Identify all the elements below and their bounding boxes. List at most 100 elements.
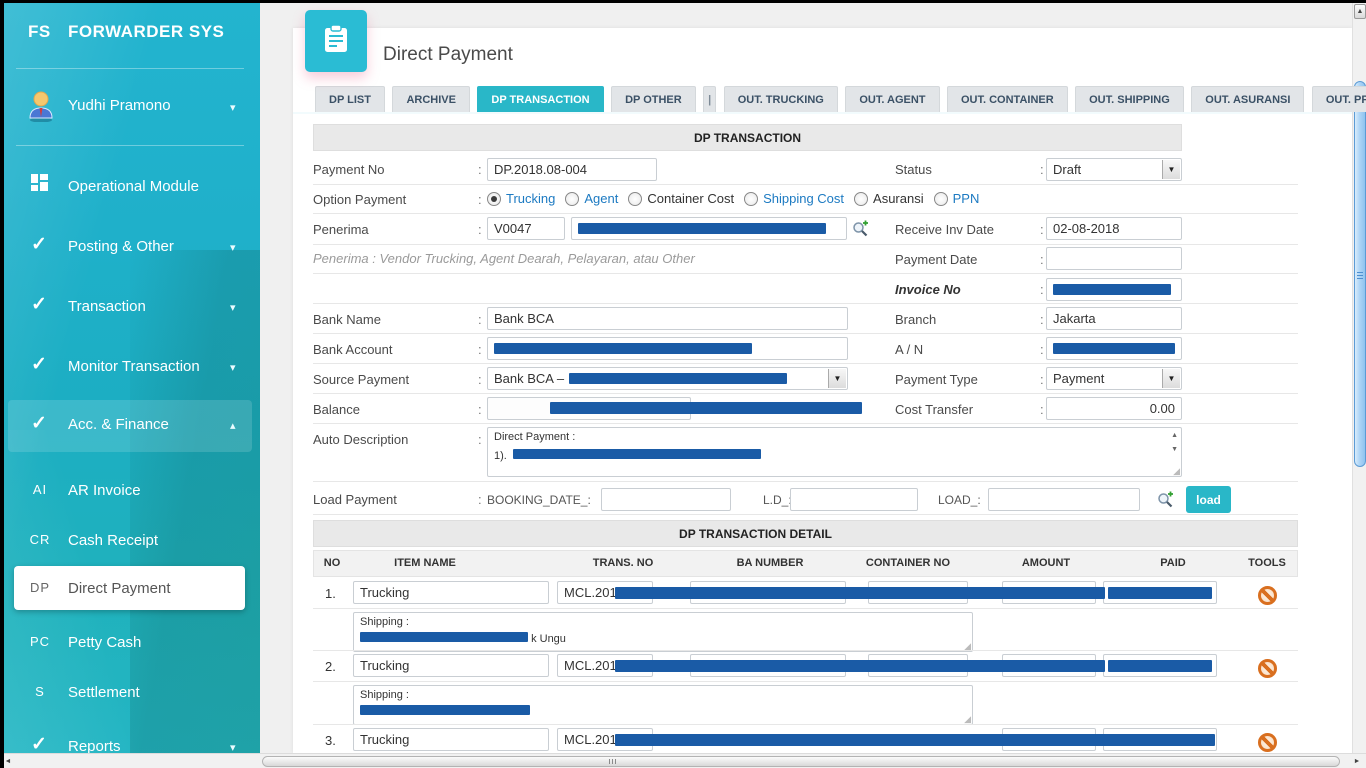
app-window: FS FORWARDER SYS Yudhi Pramono ▾ bbox=[0, 0, 1366, 768]
tab-out-asuransi[interactable]: OUT. ASURANSI bbox=[1191, 86, 1304, 112]
penerima-name-input[interactable] bbox=[571, 217, 847, 240]
an-input[interactable] bbox=[1046, 337, 1182, 360]
col-no: NO bbox=[324, 557, 341, 569]
ld-input[interactable] bbox=[790, 488, 918, 511]
chevron-down-icon: ▾ bbox=[230, 301, 236, 314]
sidebar-item-ar-invoice[interactable]: AI AR Invoice bbox=[0, 472, 260, 512]
vertical-scrollbar-thumb[interactable] bbox=[1354, 81, 1366, 467]
sidebar-item-acc-finance[interactable]: ✓ Acc. & Finance ▴ bbox=[8, 400, 252, 452]
colon: : bbox=[1040, 342, 1044, 357]
tab-out-container[interactable]: OUT. CONTAINER bbox=[947, 86, 1068, 112]
auto-description-textarea[interactable]: Direct Payment : 1). ▲ ▼ ◢ bbox=[487, 427, 1182, 477]
tab-archive[interactable]: ARCHIVE bbox=[392, 86, 470, 112]
status-select[interactable]: Draft ▼ bbox=[1046, 158, 1182, 181]
invoice-no-input[interactable] bbox=[1046, 278, 1182, 301]
redacted-value bbox=[513, 449, 761, 459]
col-tools: TOOLS bbox=[1248, 557, 1286, 569]
load-button[interactable]: load bbox=[1186, 486, 1231, 513]
sidebar-item-monitor-transaction[interactable]: ✓ Monitor Transaction ▾ bbox=[0, 348, 260, 388]
penerima-hint: Penerima : Vendor Trucking, Agent Dearah… bbox=[313, 251, 695, 266]
redacted-value bbox=[1053, 343, 1175, 354]
item-name-input[interactable]: Trucking bbox=[353, 581, 549, 604]
radio-shipping-cost[interactable]: Shipping Cost bbox=[744, 191, 844, 206]
search-add-icon[interactable] bbox=[1157, 491, 1175, 509]
sidebar-item-settlement[interactable]: S Settlement bbox=[0, 674, 260, 714]
sidebar-item-transaction[interactable]: ✓ Transaction ▾ bbox=[0, 288, 260, 328]
radio-agent[interactable]: Agent bbox=[565, 191, 618, 206]
resize-grip-icon[interactable]: ◢ bbox=[964, 715, 971, 724]
cost-transfer-input[interactable]: 0.00 bbox=[1046, 397, 1182, 420]
tab-out-ppn[interactable]: OUT. PPN bbox=[1312, 86, 1366, 112]
tab-out-agent[interactable]: OUT. AGENT bbox=[845, 86, 939, 112]
tab-out-trucking[interactable]: OUT. TRUCKING bbox=[724, 86, 838, 112]
colon: : bbox=[478, 192, 482, 207]
scroll-up-button[interactable]: ▲ bbox=[1354, 4, 1366, 19]
branch-input[interactable]: Jakarta bbox=[1046, 307, 1182, 330]
divider bbox=[313, 273, 1298, 274]
payment-type-select[interactable]: Payment ▼ bbox=[1046, 367, 1182, 390]
tab-out-shipping[interactable]: OUT. SHIPPING bbox=[1075, 86, 1184, 112]
user-menu[interactable]: Yudhi Pramono ▾ bbox=[0, 88, 260, 128]
bank-account-label: Bank Account bbox=[313, 342, 393, 357]
radio-trucking[interactable]: Trucking bbox=[487, 191, 555, 206]
dropdown-arrow-icon[interactable]: ▼ bbox=[1162, 369, 1180, 388]
payment-date-input[interactable] bbox=[1046, 247, 1182, 270]
payment-no-input[interactable]: DP.2018.08-004 bbox=[487, 158, 657, 181]
chevron-down-icon: ▾ bbox=[230, 361, 236, 374]
redacted-value bbox=[360, 705, 530, 715]
item-name-value: Trucking bbox=[360, 658, 409, 673]
tab-dp-transaction[interactable]: DP TRANSACTION bbox=[477, 86, 603, 112]
vertical-scrollbar[interactable]: ▲ bbox=[1352, 3, 1366, 753]
scroll-down-icon[interactable]: ▼ bbox=[1171, 446, 1178, 453]
source-payment-select[interactable]: Bank BCA – ▼ bbox=[487, 367, 848, 390]
bank-account-input[interactable] bbox=[487, 337, 848, 360]
scroll-up-icon[interactable]: ▲ bbox=[1171, 432, 1178, 439]
receive-inv-date-input[interactable]: 02-08-2018 bbox=[1046, 217, 1182, 240]
payment-type-label: Payment Type bbox=[895, 372, 978, 387]
scroll-right-button[interactable]: ► bbox=[1350, 755, 1364, 767]
cancel-row-icon[interactable] bbox=[1258, 659, 1277, 678]
bank-name-input[interactable]: Bank BCA bbox=[487, 307, 848, 330]
sidebar-item-posting-other[interactable]: ✓ Posting & Other ▾ bbox=[0, 228, 260, 268]
horizontal-scrollbar-thumb[interactable] bbox=[262, 756, 1340, 767]
section-header-dp-transaction-detail: DP TRANSACTION DETAIL bbox=[313, 520, 1298, 547]
tab-dp-other[interactable]: DP OTHER bbox=[611, 86, 696, 112]
cancel-row-icon[interactable] bbox=[1258, 733, 1277, 752]
radio-container-cost[interactable]: Container Cost bbox=[628, 191, 734, 206]
penerima-code-input[interactable]: V0047 bbox=[487, 217, 565, 240]
item-name-input[interactable]: Trucking bbox=[353, 728, 549, 751]
sidebar-item-cash-receipt[interactable]: CR Cash Receipt bbox=[0, 522, 260, 562]
radio-ppn[interactable]: PPN bbox=[934, 191, 980, 206]
radio-asuransi[interactable]: Asuransi bbox=[854, 191, 924, 206]
radio-label: PPN bbox=[953, 191, 980, 206]
direct-payment-module-button[interactable] bbox=[305, 10, 367, 72]
sidebar-item-operational-module[interactable]: Operational Module bbox=[0, 168, 260, 208]
radio-icon bbox=[487, 192, 501, 206]
item-name-input[interactable]: Trucking bbox=[353, 654, 549, 677]
horizontal-scrollbar[interactable]: ◄ ► bbox=[0, 753, 1366, 768]
resize-grip-icon[interactable]: ◢ bbox=[1173, 467, 1180, 476]
tab-dp-list[interactable]: DP LIST bbox=[315, 86, 385, 112]
invoice-no-label: Invoice No bbox=[895, 282, 961, 297]
dropdown-arrow-icon[interactable]: ▼ bbox=[1162, 160, 1180, 179]
sidebar-item-direct-payment[interactable]: DP Direct Payment bbox=[14, 566, 245, 610]
bank-name-label: Bank Name bbox=[313, 312, 381, 327]
shipping-note-line2: k Ungu bbox=[360, 632, 958, 645]
load-input[interactable] bbox=[988, 488, 1140, 511]
receive-inv-date-label: Receive Inv Date bbox=[895, 222, 994, 237]
branch-label: Branch bbox=[895, 312, 936, 327]
shipping-note-textarea[interactable]: Shipping : k Ungu ◢ bbox=[353, 612, 973, 652]
redacted-value bbox=[1108, 587, 1212, 599]
sidebar-item-petty-cash[interactable]: PC Petty Cash bbox=[0, 624, 260, 664]
dropdown-arrow-icon[interactable]: ▼ bbox=[828, 369, 846, 388]
booking-date-input[interactable] bbox=[601, 488, 731, 511]
cancel-row-icon[interactable] bbox=[1258, 586, 1277, 605]
search-add-icon[interactable] bbox=[852, 220, 870, 238]
redacted-value bbox=[1053, 284, 1171, 295]
clipboard-icon bbox=[323, 24, 349, 59]
payment-no-label: Payment No bbox=[313, 162, 385, 177]
load-field-label: LOAD_: bbox=[938, 493, 981, 507]
brand-abbr: FS bbox=[28, 22, 51, 42]
scroll-grip-icon bbox=[609, 759, 617, 764]
shipping-note-textarea[interactable]: Shipping : ◢ bbox=[353, 685, 973, 725]
